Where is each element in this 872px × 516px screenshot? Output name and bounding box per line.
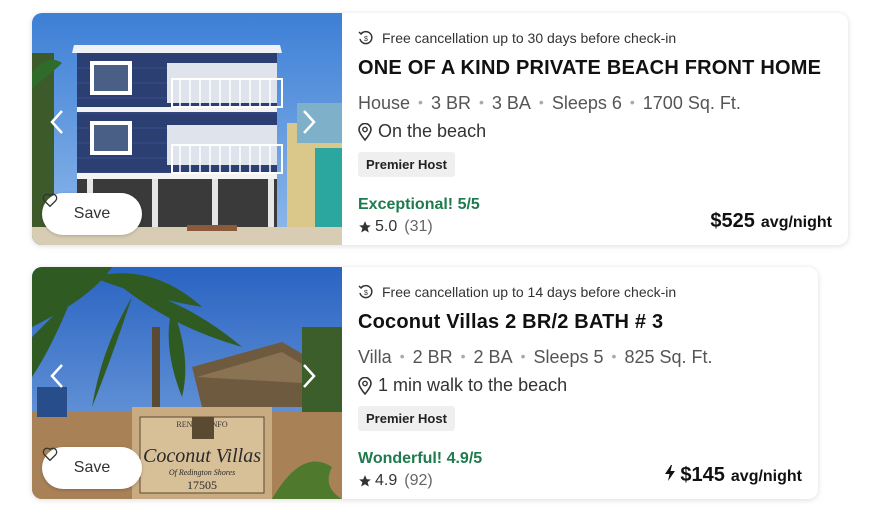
price-unit: avg/night (730, 468, 802, 485)
property-type: House (358, 93, 411, 113)
price-unit: avg/night (760, 214, 832, 231)
heart-icon (42, 447, 58, 461)
review-count: (92) (404, 472, 433, 489)
sign-number: 17505 (187, 478, 217, 492)
listing-photo[interactable]: Save (32, 13, 342, 245)
chevron-right-icon (303, 364, 316, 388)
svg-text:$: $ (364, 290, 368, 297)
listing-card[interactable]: Save $ Free cancellation up to 30 days b… (32, 13, 848, 245)
bedrooms: 3 BR (430, 93, 471, 113)
premier-host-badge: Premier Host (358, 152, 455, 177)
property-type: Villa (358, 347, 392, 367)
calendar-refresh-icon: $ (358, 284, 373, 299)
cancellation-text: Free cancellation up to 30 days before c… (382, 30, 677, 46)
bathrooms: 3 BA (491, 93, 531, 113)
star-score: 4.9 (375, 472, 398, 489)
sign-subtitle: Of Redington Shores (169, 468, 235, 477)
listing-title[interactable]: Coconut Villas 2 BR/2 BATH # 3 (358, 311, 663, 334)
star-rating: 4.9 (92) (358, 472, 433, 490)
review-count: (31) (404, 218, 433, 235)
sleeps: Sleeps 6 (551, 93, 622, 113)
listing-photo[interactable]: RENTAL INFO Coconut Villas Of Redington … (32, 267, 342, 499)
location: 1 min walk to the beach (358, 375, 567, 396)
star-icon (359, 221, 371, 233)
star-rating: 5.0 (31) (358, 218, 433, 236)
listing-title[interactable]: ONE OF A KIND PRIVATE BEACH FRONT HOME (358, 57, 821, 80)
previous-photo-button[interactable] (50, 363, 72, 403)
price: $145 avg/night (664, 464, 802, 487)
location: On the beach (358, 121, 486, 142)
cancellation-policy: $ Free cancellation up to 14 days before… (358, 284, 676, 300)
price-amount: $145 (680, 464, 725, 486)
premier-host-badge: Premier Host (358, 406, 455, 431)
save-label: Save (73, 205, 111, 222)
location-text: 1 min walk to the beach (378, 375, 568, 395)
save-label: Save (73, 459, 111, 476)
heart-icon (42, 193, 58, 207)
bedrooms: 2 BR (412, 347, 453, 367)
cancellation-policy: $ Free cancellation up to 30 days before… (358, 30, 676, 46)
listing-info: $ Free cancellation up to 14 days before… (358, 267, 806, 499)
star-icon (359, 475, 371, 487)
lightning-icon (665, 465, 676, 481)
save-button[interactable]: Save (42, 193, 142, 235)
listing-specs: House • 3 BR • 3 BA • Sleeps 6 • 1700 Sq. Ft. (358, 93, 741, 113)
next-photo-button[interactable] (302, 363, 324, 403)
price: $525 avg/night (710, 210, 832, 233)
area: 825 Sq. Ft. (624, 347, 713, 367)
rating-label: Wonderful! 4.9/5 (358, 450, 483, 467)
chevron-right-icon (303, 110, 316, 134)
svg-text:$: $ (364, 36, 368, 43)
star-score: 5.0 (375, 218, 398, 235)
price-amount: $525 (710, 210, 755, 232)
next-photo-button[interactable] (302, 109, 324, 149)
cancellation-text: Free cancellation up to 14 days before c… (382, 284, 677, 300)
location-pin-icon (358, 122, 372, 141)
listing-specs: Villa • 2 BR • 2 BA • Sleeps 5 • 825 Sq. Ft. (358, 347, 713, 367)
sign-name: Coconut Villas (143, 445, 261, 467)
previous-photo-button[interactable] (50, 109, 72, 149)
bathrooms: 2 BA (473, 347, 513, 367)
calendar-refresh-icon: $ (358, 30, 373, 45)
listing-info: $ Free cancellation up to 30 days before… (358, 13, 836, 245)
rating-label: Exceptional! 5/5 (358, 196, 480, 213)
location-text: On the beach (378, 121, 487, 141)
sleeps: Sleeps 5 (533, 347, 604, 367)
save-button[interactable]: Save (42, 447, 142, 489)
listing-card[interactable]: RENTAL INFO Coconut Villas Of Redington … (32, 267, 818, 499)
location-pin-icon (358, 376, 372, 395)
chevron-left-icon (50, 110, 63, 134)
chevron-left-icon (50, 364, 63, 388)
area: 1700 Sq. Ft. (642, 93, 741, 113)
